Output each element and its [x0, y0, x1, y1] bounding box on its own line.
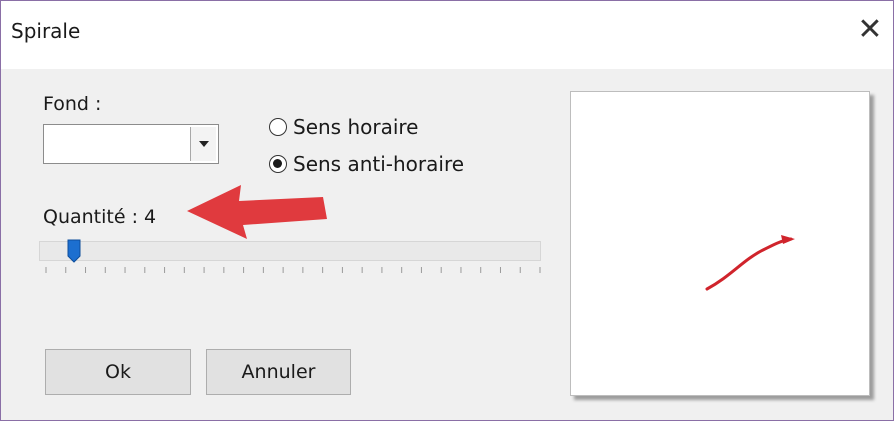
fond-label: Fond :	[43, 93, 102, 115]
slider-thumb[interactable]	[67, 239, 81, 263]
spiral-tip	[781, 235, 795, 244]
spirale-dialog: Spirale ✕ Fond : Sens horaire Sens anti-…	[0, 0, 894, 421]
dropdown-button[interactable]	[190, 127, 216, 161]
radio-circle-horaire[interactable]	[269, 118, 287, 136]
cancel-button[interactable]: Annuler	[206, 349, 351, 395]
radio-circle-anti-horaire[interactable]	[269, 155, 287, 173]
fond-color-dropdown[interactable]	[43, 124, 219, 164]
spiral-preview	[570, 91, 870, 396]
ok-button[interactable]: Ok	[45, 349, 191, 395]
quantity-slider[interactable]	[39, 241, 541, 261]
window-title: Spirale	[11, 19, 81, 43]
spiral-stroke	[705, 237, 793, 291]
quantity-label: Quantité : 4	[43, 206, 157, 228]
title-bar: Spirale ✕	[1, 1, 893, 69]
chevron-down-icon	[198, 141, 209, 147]
radio-label-horaire: Sens horaire	[293, 115, 419, 139]
radio-sens-anti-horaire[interactable]: Sens anti-horaire	[269, 152, 464, 176]
slider-ticks	[45, 267, 541, 273]
preview-canvas	[705, 235, 795, 291]
close-icon[interactable]: ✕	[853, 13, 887, 47]
radio-sens-horaire[interactable]: Sens horaire	[269, 115, 419, 139]
annotation-arrow	[187, 185, 327, 239]
radio-label-anti-horaire: Sens anti-horaire	[293, 152, 465, 176]
